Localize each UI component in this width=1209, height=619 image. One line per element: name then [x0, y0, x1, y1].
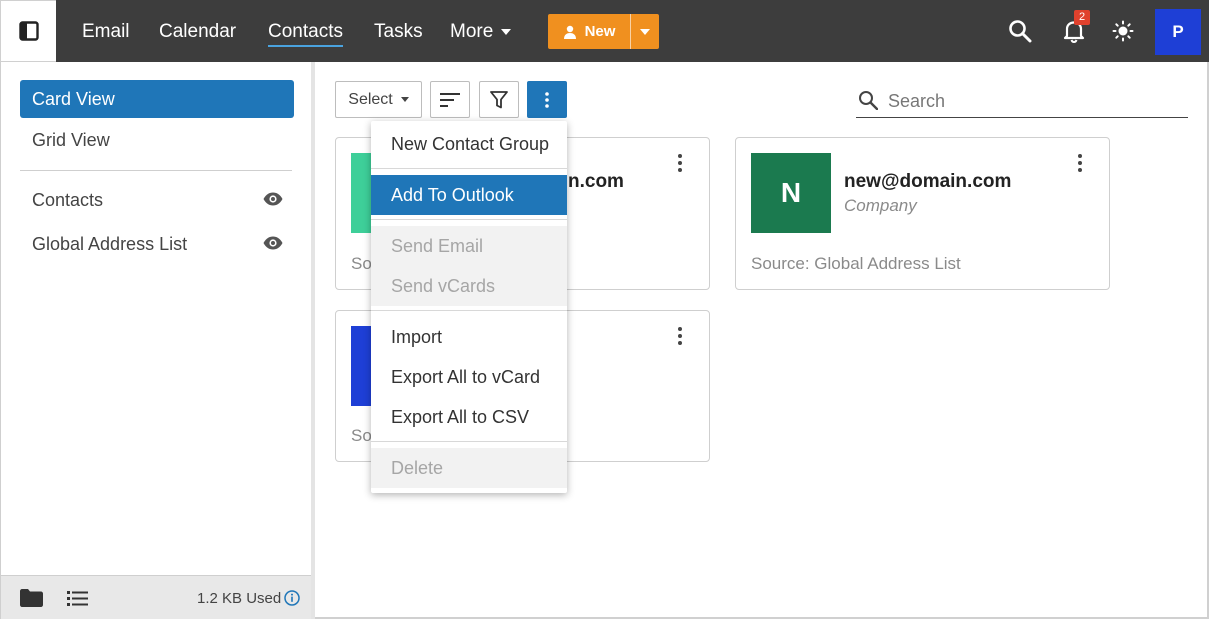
menu-item-export-vcard[interactable]: Export All to vCard	[371, 357, 567, 397]
card-menu-button[interactable]	[1072, 152, 1088, 174]
select-dropdown[interactable]: Select	[335, 81, 422, 118]
kebab-dot	[678, 168, 682, 172]
sidebar-resize-handle[interactable]	[311, 62, 315, 619]
sidebar-item-contacts[interactable]: Contacts	[32, 190, 103, 211]
contact-card[interactable]: N new@domain.com Company Source: Global …	[735, 137, 1110, 290]
kebab-dot	[1078, 168, 1082, 172]
search-bar	[856, 84, 1188, 118]
menu-divider	[371, 168, 567, 169]
caret-down-icon	[400, 97, 409, 102]
contact-company: Company	[844, 196, 917, 215]
new-button-label: New	[584, 23, 616, 40]
list-icon[interactable]	[67, 591, 88, 606]
search-icon	[859, 91, 878, 110]
menu-divider	[371, 441, 567, 442]
kebab-dot	[678, 327, 682, 331]
folder-icon[interactable]	[20, 589, 43, 607]
kebab-dot	[678, 334, 682, 338]
sidebar-item-global-address-list[interactable]: Global Address List	[32, 234, 187, 255]
menu-item-add-to-outlook[interactable]: Add To Outlook	[371, 175, 567, 215]
nav-email[interactable]: Email	[82, 19, 130, 45]
card-menu-button[interactable]	[672, 152, 688, 174]
kebab-dot	[678, 154, 682, 158]
notification-badge: 2	[1074, 10, 1090, 25]
sidebar-item-grid-view[interactable]: Grid View	[20, 121, 294, 159]
menu-item-send-email: Send Email	[371, 226, 567, 266]
nav-calendar[interactable]: Calendar	[159, 19, 236, 45]
menu-item-send-vcards: Send vCards	[371, 266, 567, 306]
nav-more[interactable]: More	[450, 19, 512, 45]
menu-item-delete: Delete	[371, 448, 567, 488]
nav-more-label: More	[450, 21, 494, 42]
menu-divider	[371, 310, 567, 311]
person-icon	[563, 25, 576, 39]
menu-item-new-contact-group[interactable]: New Contact Group	[371, 124, 567, 164]
theme-toggle-button[interactable]	[1108, 16, 1138, 46]
info-icon[interactable]	[284, 590, 300, 606]
contact-source: Source: Global Address List	[751, 254, 961, 273]
contact-avatar: N	[751, 153, 831, 233]
sun-icon	[1112, 20, 1134, 42]
kebab-dot	[678, 161, 682, 165]
new-button[interactable]: New	[548, 14, 630, 49]
kebab-menu-icon	[545, 91, 549, 108]
sidebar-toggle-button[interactable]	[0, 0, 56, 62]
sort-button[interactable]	[430, 81, 470, 118]
filter-button[interactable]	[479, 81, 519, 118]
menu-divider	[371, 219, 567, 220]
search-button[interactable]	[1005, 16, 1035, 46]
contact-name: new@domain.com	[844, 171, 1012, 192]
nav-contacts[interactable]: Contacts	[268, 19, 343, 47]
filter-icon	[490, 90, 508, 108]
kebab-dot	[678, 341, 682, 345]
contact-name: n.com	[568, 171, 624, 192]
caret-down-icon	[501, 29, 512, 35]
menu-item-import[interactable]: Import	[371, 317, 567, 357]
top-bar: Email Calendar Contacts Tasks More New 2	[0, 0, 1209, 62]
contact-source: So	[351, 254, 372, 273]
sidebar: Card View Grid View Contacts Global Addr…	[0, 62, 311, 619]
new-button-group: New	[548, 14, 659, 49]
nav-tasks[interactable]: Tasks	[374, 19, 423, 45]
sort-icon	[440, 92, 460, 107]
kebab-dot	[1078, 154, 1082, 158]
user-avatar-button[interactable]: P	[1155, 9, 1201, 55]
more-actions-menu: New Contact Group Add To Outlook Send Em…	[371, 121, 567, 493]
select-dropdown-label: Select	[348, 90, 393, 108]
card-menu-button[interactable]	[672, 325, 688, 347]
sidebar-footer: 1.2 KB Used	[1, 575, 311, 619]
eye-icon[interactable]	[263, 192, 283, 206]
eye-icon[interactable]	[263, 236, 283, 250]
sidebar-toggle-icon	[18, 21, 39, 41]
new-dropdown-button[interactable]	[630, 14, 659, 49]
caret-down-icon	[640, 28, 650, 35]
contact-source: So	[351, 426, 372, 445]
kebab-dot	[1078, 161, 1082, 165]
more-actions-button[interactable]	[527, 81, 567, 118]
menu-item-export-csv[interactable]: Export All to CSV	[371, 397, 567, 437]
sidebar-item-card-view[interactable]: Card View	[20, 80, 294, 118]
storage-used-text: 1.2 KB Used	[197, 590, 282, 607]
search-input[interactable]	[888, 88, 1178, 114]
sidebar-divider	[20, 170, 292, 171]
search-icon	[1009, 20, 1032, 43]
